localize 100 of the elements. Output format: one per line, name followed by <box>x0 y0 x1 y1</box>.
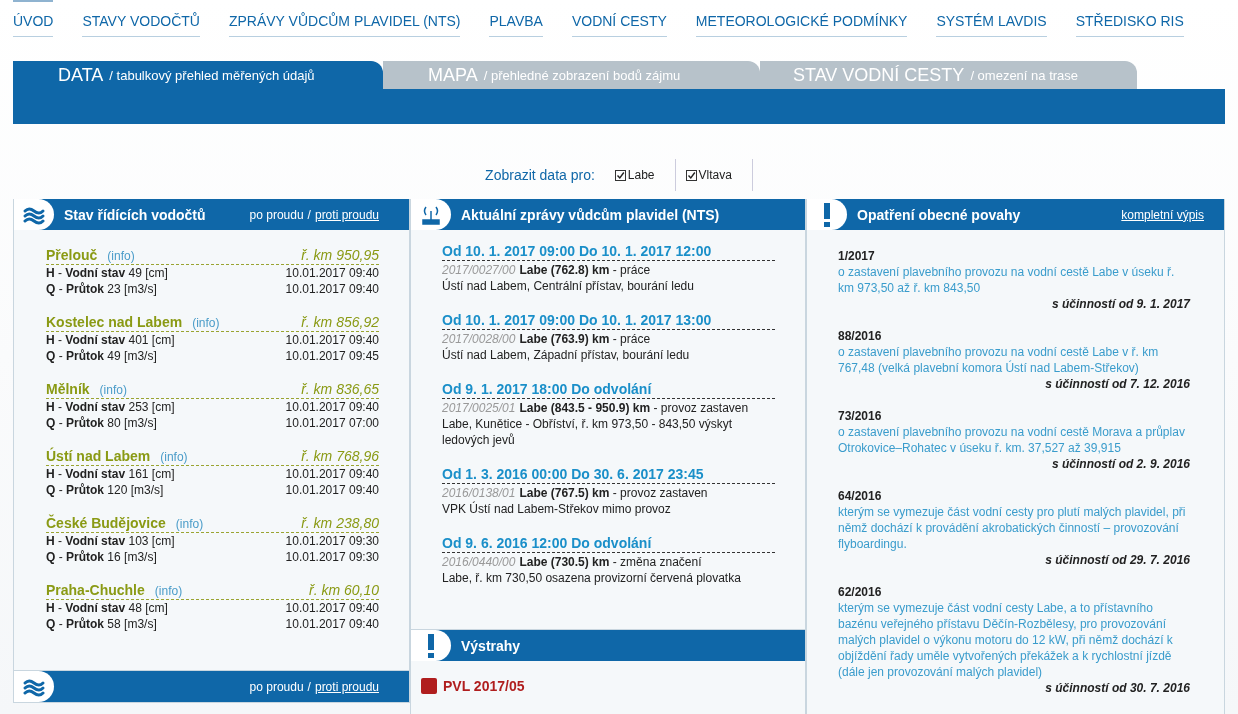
river-km: ř. km 836,65 <box>301 381 379 397</box>
message-period[interactable]: Od 1. 3. 2016 00:00 Do 30. 6. 2017 23:45 <box>442 466 775 484</box>
measurement-time: 10.01.2017 09:30 <box>285 533 379 549</box>
effective-date: s účinností od 29. 7. 2016 <box>1044 552 1190 568</box>
measurement-time: 10.01.2017 07:00 <box>285 415 379 431</box>
message-period[interactable]: Od 10. 1. 2017 09:00 Do 10. 1. 2017 13:00 <box>442 312 775 330</box>
message-code: 2017/0025/01 <box>442 401 516 415</box>
info-link[interactable]: (info) <box>192 316 220 330</box>
nav-link[interactable]: METEOROLOGICKÉ PODMÍNKY <box>695 0 908 37</box>
message-period[interactable]: Od 9. 1. 2017 18:00 Do odvolání <box>442 381 775 399</box>
measurement-time: 10.01.2017 09:40 <box>285 482 379 498</box>
river-km: ř. km 768,96 <box>301 448 379 464</box>
measurement: H - Vodní stav 48 [cm] <box>46 600 168 616</box>
nav-link[interactable]: ZPRÁVY VŮDCŮM PLAVIDEL (NTS) <box>228 0 461 37</box>
station-name: Ústí nad Labem <box>46 448 151 464</box>
measurement-time: 10.01.2017 09:40 <box>285 265 379 281</box>
message-code: 2016/0138/01 <box>442 486 516 500</box>
nav-link[interactable]: SYSTÉM LAVDIS <box>936 0 1047 37</box>
message-detail: Labe, Kunětice - Obříství, ř. km 973,50 - 843,50 výskyt ledových jevů <box>442 417 733 447</box>
effective-date: s účinností od 30. 7. 2016 <box>1044 680 1190 696</box>
exclamation-icon <box>823 202 831 227</box>
warning-link[interactable]: PVL 2017/05 <box>443 678 525 694</box>
view-tab[interactable]: DATA / tabulkový přehled měřených údajů <box>13 61 383 89</box>
nav-link[interactable]: VODNÍ CESTY <box>571 0 667 37</box>
measurement: Q - Průtok 16 [m3/s] <box>46 549 157 565</box>
sort-link[interactable]: proti proudu <box>314 207 379 222</box>
measurement: Q - Průtok 80 [m3/s] <box>46 415 157 431</box>
view-tab[interactable]: STAV VODNÍ CESTY / omezení na trase <box>760 61 1137 89</box>
message-period[interactable]: Od 9. 6. 2016 12:00 Do odvolání <box>442 535 775 553</box>
river-checkbox[interactable]: Labe <box>614 159 676 191</box>
message-code: 2017/0028/00 <box>442 332 516 346</box>
view-tab[interactable]: MAPA / přehledné zobrazení bodů zájmu <box>383 61 760 89</box>
river-km: ř. km 238,80 <box>301 515 379 531</box>
message-detail: Labe, ř. km 730,50 osazena provizorní červená plovatka <box>442 571 741 585</box>
info-link[interactable]: (info) <box>160 450 188 464</box>
measurement: H - Vodní stav 401 [cm] <box>46 332 175 348</box>
measurement-time: 10.01.2017 09:40 <box>285 600 379 616</box>
measure-link[interactable]: kterým se vymezuje část vodní cesty Labe, a to přístavního bazénu veřejného přístavu Děčín-Rozbělesy, pro provozování malých plavidel o výkonu motoru do 12 kW, při němž dochází k objíždění řady uměle vytvořených překážek a k rychlostní jízdě (dále jen provozování malých plavidel) <box>838 600 1190 680</box>
measurement-time: 10.01.2017 09:40 <box>285 332 379 348</box>
station-name: Praha-Chuchle <box>46 582 145 598</box>
measure-number: 88/2016 <box>838 328 883 344</box>
measurement-time: 10.01.2017 09:40 <box>285 399 379 415</box>
filter-label: Zobrazit data pro: <box>485 167 595 183</box>
measurement: H - Vodní stav 49 [cm] <box>46 265 168 281</box>
exclamation-icon <box>427 633 435 658</box>
measurement: Q - Průtok 58 [m3/s] <box>46 616 157 632</box>
panel-title: Výstrahy <box>461 637 521 654</box>
panel-title: Aktuální zprávy vůdcům plavidel (NTS) <box>461 206 720 223</box>
measurement-time: 10.01.2017 09:40 <box>285 616 379 632</box>
message-detail: VPK Ústí nad Labem-Střekov mimo provoz <box>442 502 671 516</box>
panel-title: Stav řídících vodočtů <box>64 206 206 223</box>
checkbox[interactable] <box>614 169 626 181</box>
measurement: Q - Průtok 49 [m3/s] <box>46 348 157 364</box>
river-checkbox[interactable]: Vltava <box>685 159 753 191</box>
measure-link[interactable]: o zastavení plavebního provozu na vodní cestě Morava a průplav Otrokovice–Rohatec v úseku ř. km. 37,527 až 39,915 <box>838 424 1190 456</box>
measurement: H - Vodní stav 253 [cm] <box>46 399 175 415</box>
info-link[interactable]: (info) <box>154 584 183 598</box>
nav-link[interactable]: STAVY VODOČTŮ <box>82 0 200 37</box>
river-km: ř. km 60,10 <box>308 582 379 598</box>
measure-number: 1/2017 <box>838 248 876 264</box>
nav-link[interactable]: ÚVOD <box>13 0 54 37</box>
panel-title: Opatření obecné povahy <box>857 206 1021 223</box>
sort-link[interactable]: po proudu <box>249 679 304 694</box>
station-name: Přelouč <box>46 247 98 263</box>
message-code: 2017/0027/00 <box>442 263 516 277</box>
message-detail: Ústí nad Labem, Západní přístav, bourání ledu <box>442 348 690 362</box>
effective-date: s účinností od 7. 12. 2016 <box>1044 376 1190 392</box>
nav-link[interactable]: STŘEDISKO RIS <box>1075 0 1184 37</box>
checkbox-label: Labe <box>627 168 655 182</box>
full-list-link[interactable]: kompletní výpis <box>1121 207 1204 222</box>
measurement-time: 10.01.2017 09:45 <box>285 348 379 364</box>
effective-date: s účinností od 2. 9. 2016 <box>1050 456 1190 472</box>
measure-link[interactable]: o zastavení plavebního provozu na vodní cestě Labe v ř. km 767,48 (velká plavební komora Ústí nad Labem-Střekov) <box>838 344 1190 376</box>
message-subject: Labe (767.5) km - provoz zastaven <box>519 486 708 500</box>
info-link[interactable]: (info) <box>107 249 135 263</box>
message-detail: Ústí nad Labem, Centrální přístav, bourání ledu <box>442 279 694 293</box>
checkbox[interactable] <box>685 169 697 181</box>
measure-link[interactable]: kterým se vymezuje část vodní cesty pro plutí malých plavidel, při němž dochází k provádění akrobatických činností – provozování flyboardingu. <box>838 504 1190 552</box>
measurement: H - Vodní stav 161 [cm] <box>46 466 175 482</box>
station-name: Mělník <box>46 381 90 397</box>
info-link[interactable]: (info) <box>175 517 204 531</box>
message-period[interactable]: Od 10. 1. 2017 09:00 Do 10. 1. 2017 12:00 <box>442 243 775 261</box>
river-km: ř. km 856,92 <box>301 314 379 330</box>
message-subject: Labe (762.8) km - práce <box>519 263 651 277</box>
measurement: H - Vodní stav 103 [cm] <box>46 533 175 549</box>
measurement-time: 10.01.2017 09:40 <box>285 466 379 482</box>
info-link[interactable]: (info) <box>99 383 127 397</box>
measure-number: 62/2016 <box>838 584 883 600</box>
sort-link[interactable]: proti proudu <box>314 679 379 694</box>
message-subject: Labe (843.5 - 950.9) km - provoz zastaven <box>519 401 749 415</box>
effective-date: s účinností od 9. 1. 2017 <box>1050 296 1190 312</box>
message-code: 2016/0440/00 <box>442 555 516 569</box>
measure-link[interactable]: o zastavení plavebního provozu na vodní cestě Labe v úseku ř. km 973,50 až ř. km 843,50 <box>838 264 1190 296</box>
measure-number: 73/2016 <box>838 408 883 424</box>
nav-link[interactable]: PLAVBA <box>489 0 543 37</box>
measurement-time: 10.01.2017 09:30 <box>285 549 379 565</box>
river-km: ř. km 950,95 <box>301 247 379 263</box>
measurement: Q - Průtok 120 [m3/s] <box>46 482 164 498</box>
sort-link[interactable]: po proudu <box>249 207 304 222</box>
checkbox-label: Vltava <box>698 168 732 182</box>
